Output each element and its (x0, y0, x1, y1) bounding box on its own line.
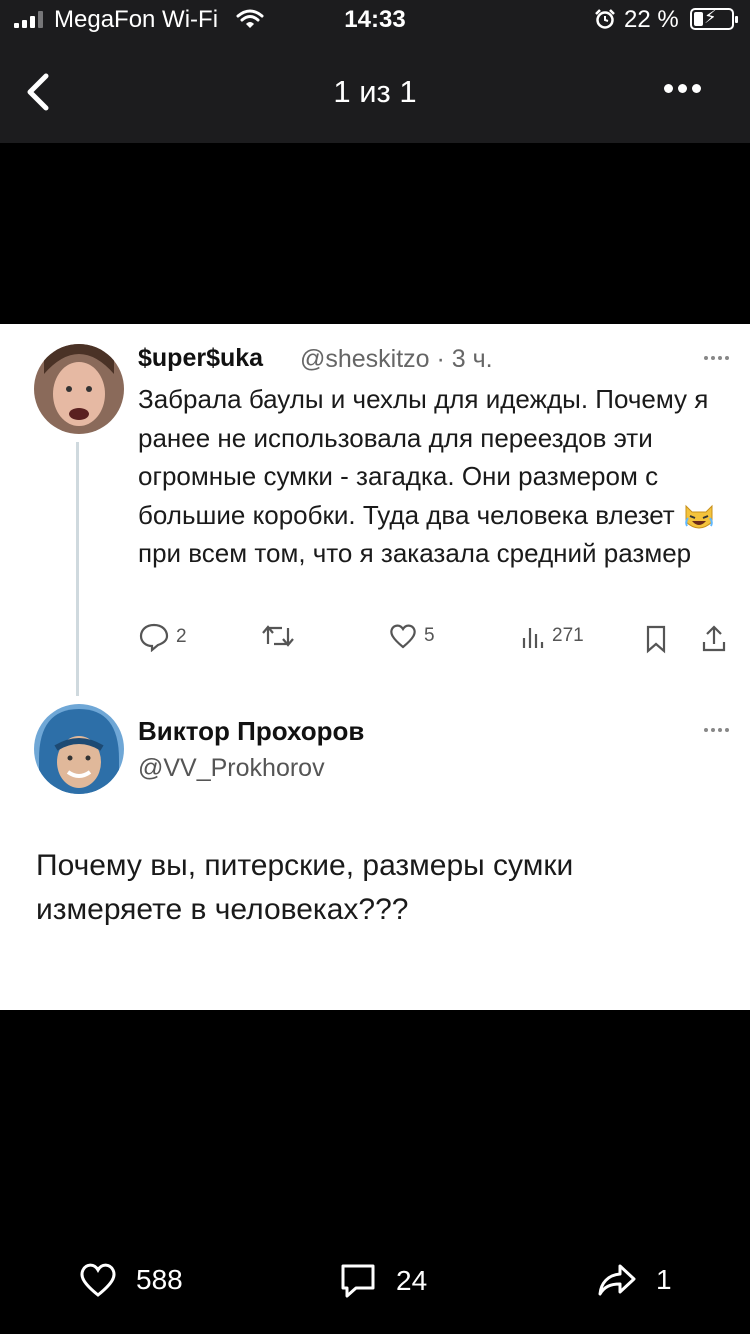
avatar (34, 344, 124, 434)
more-icon (704, 356, 729, 360)
status-bar: MegaFon Wi-Fi 14:33 22 % ⚡ (0, 0, 750, 40)
tweet-text-part1: Забрала баулы и чехлы для идежды. Почему… (138, 384, 709, 530)
alarm-icon (595, 9, 615, 29)
reply-author-handle: @VV_Prokhorov (138, 754, 325, 782)
tweet-text: Забрала баулы и чехлы для идежды. Почему… (138, 380, 738, 573)
share-icon (598, 1264, 636, 1296)
laughing-cat-emoji (685, 504, 713, 529)
avatar (34, 704, 124, 794)
heart-icon (80, 1263, 116, 1297)
retweet-icon (262, 625, 294, 647)
reply-author-name[interactable]: Виктор Прохоров (138, 716, 364, 747)
thread-line (76, 442, 79, 696)
tweet-text-part2: при всем том, что я заказала средний раз… (138, 538, 692, 568)
views-icon (522, 628, 544, 648)
tweet-screenshot: $uper$uka @sheskitzo · 3 ч. Забрала баул… (0, 324, 750, 1010)
like-action[interactable]: 5 (388, 622, 435, 650)
like-count: 5 (424, 625, 435, 646)
share-button[interactable]: 1 (596, 1262, 672, 1298)
page-title: 1 из 1 (333, 74, 417, 109)
heart-icon (390, 624, 416, 649)
tweet-actions: 2 5 271 (138, 622, 738, 658)
bookmark-icon[interactable] (644, 624, 668, 654)
reply-count: 2 (176, 626, 187, 647)
shares-count: 1 (656, 1264, 672, 1295)
more-icon[interactable] (664, 84, 701, 93)
views-action[interactable]: 271 (520, 622, 584, 650)
views-count: 271 (552, 625, 584, 646)
share-icon[interactable] (700, 624, 728, 654)
comment-icon (139, 623, 169, 652)
battery-icon: ⚡ (690, 7, 738, 30)
comment-button[interactable]: 24 (338, 1262, 427, 1300)
retweet-action[interactable] (260, 622, 296, 650)
comments-count: 24 (396, 1265, 428, 1296)
tweet-author-name[interactable]: $uper$uka (138, 344, 263, 373)
reply-action[interactable]: 2 (138, 622, 187, 652)
battery-percentage: 22 % (624, 6, 679, 33)
comment-icon (341, 1264, 375, 1298)
reply-text: Почему вы, питерские, размеры сумки изме… (36, 849, 574, 926)
more-icon (704, 728, 729, 732)
tweet-author-handle: @sheskitzo · 3 ч. (300, 345, 493, 373)
like-button[interactable]: 588 (78, 1262, 183, 1298)
bottom-bar: 588 24 1 (0, 1262, 750, 1322)
top-bar: MegaFon Wi-Fi 14:33 22 % ⚡ 1 из 1 (0, 0, 750, 143)
likes-count: 588 (136, 1264, 183, 1295)
